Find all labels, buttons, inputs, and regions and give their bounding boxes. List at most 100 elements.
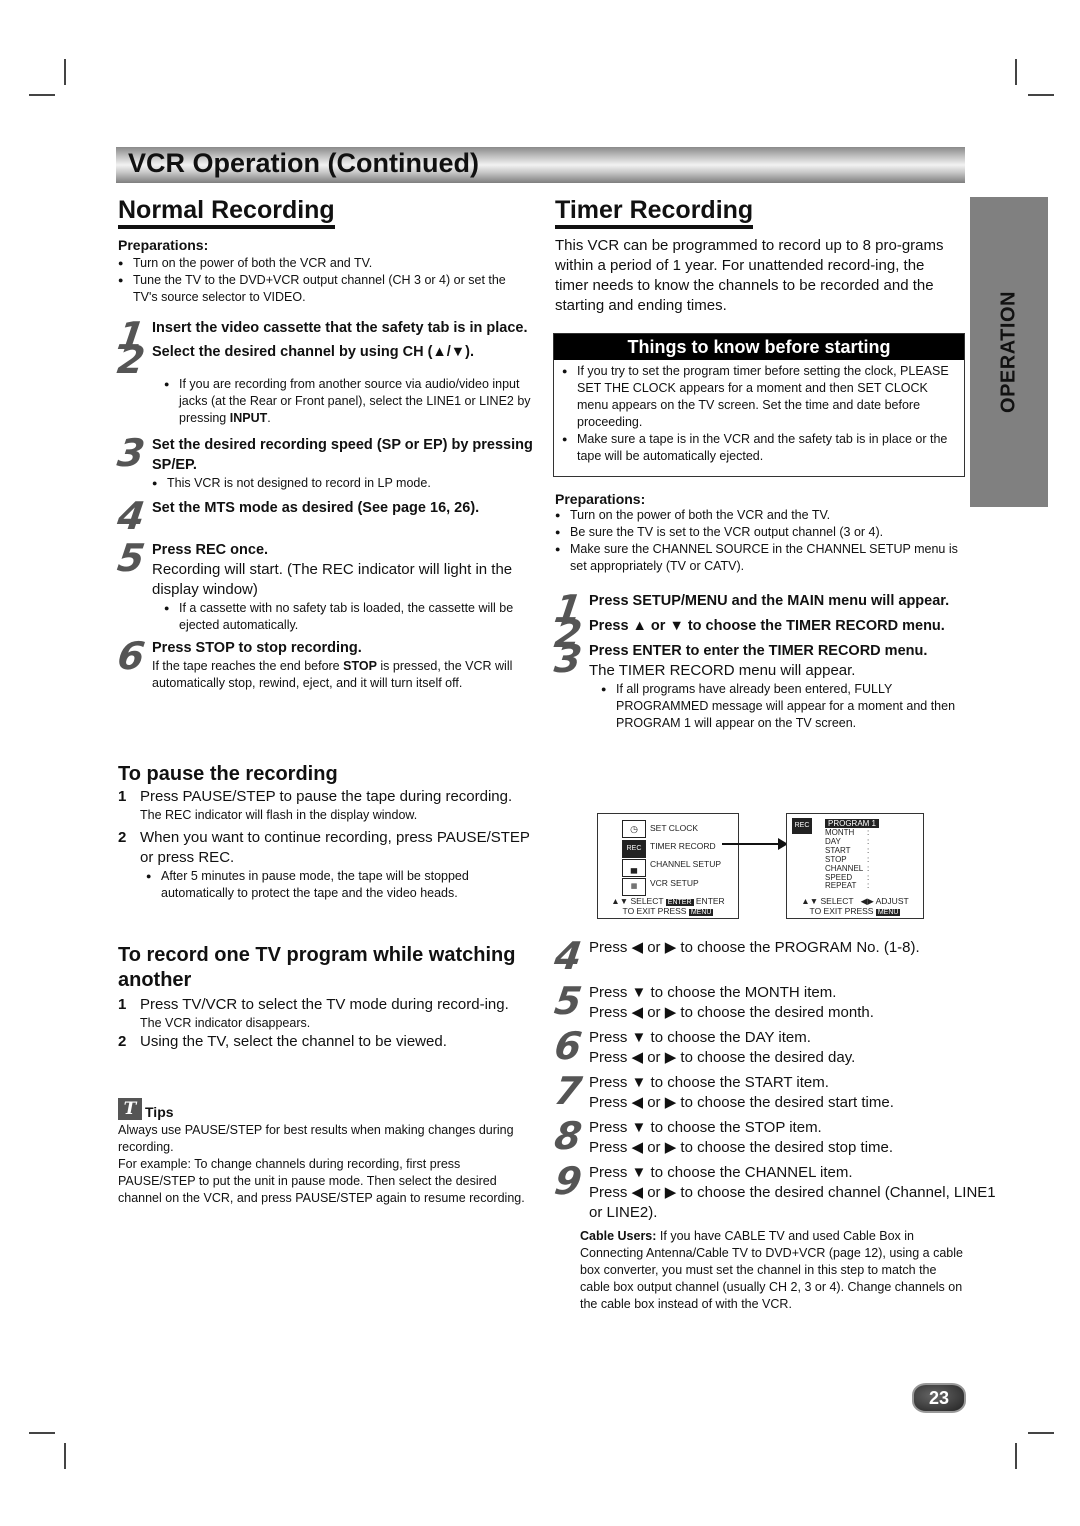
- step-line: Press ◀ or ▶ to choose the desired start…: [589, 1094, 894, 1111]
- watch-item: 2 Using the TV, select the channel to be…: [118, 1033, 447, 1050]
- preparation-item: Be sure the TV is set to the VCR output …: [555, 524, 965, 541]
- timer-step-9: 9 Press ▼ to choose the CHANNEL item. Pres…: [551, 1159, 999, 1223]
- step-body: If the tape reaches the end before STOP …: [152, 659, 513, 690]
- preparations-heading: Preparations:: [118, 237, 209, 253]
- watch-item: 1 Press TV/VCR to select the TV mode dur…: [118, 996, 509, 1030]
- crop-mark: [1015, 59, 1017, 85]
- step-title: Set the MTS mode as desired (See page 16…: [152, 500, 480, 516]
- step-body: Recording will start. (The REC indicator…: [152, 561, 513, 598]
- step-line: Press ◀ or ▶ to choose the desired stop …: [589, 1139, 894, 1156]
- tips-section: T Tips Always use PAUSE/STEP for best re…: [118, 1098, 533, 1207]
- step-title: Insert the video cassette that the safet…: [152, 320, 528, 336]
- clock-icon: ◷: [622, 820, 646, 838]
- step-number: 6: [114, 634, 148, 678]
- menu-footer: ▲▼ SELECT ENTER ENTER: [611, 896, 725, 906]
- timer-step-7: 7 Press ▼ to choose the START item. Press …: [551, 1069, 999, 1113]
- timer-step-3: 3 Press ENTER to enter the TIMER RECORD …: [551, 637, 965, 732]
- timer-step-8: 8 Press ▼ to choose the STOP item. Press ◀…: [551, 1114, 999, 1158]
- timer-recording-section: Timer Recording This VCR can be programm…: [555, 195, 965, 316]
- step-line: Press ▼ to choose the MONTH item.: [589, 984, 837, 1001]
- step-note: If a cassette with no safety tab is load…: [164, 600, 533, 634]
- step-title: Select the desired channel by using CH (…: [152, 344, 474, 360]
- pause-item: 1 Press PAUSE/STEP to pause the tape dur…: [118, 788, 513, 822]
- step-5: 5 Press REC once. Recording will start. …: [114, 536, 533, 634]
- step-title: Press REC once.: [152, 542, 269, 558]
- step-number: 3: [551, 637, 585, 681]
- menu-footer: TO EXIT PRESS MENU: [622, 906, 714, 916]
- page-title: VCR Operation (Continued): [128, 148, 479, 178]
- step-note: This VCR is not designed to record in LP…: [152, 475, 533, 492]
- step-number: 4: [114, 494, 148, 538]
- timer-record-menu-diagram: REC PROGRAM 1 MONTH: DAY: START: STOP: CHANN…: [786, 813, 924, 919]
- step-title: Set the desired recording speed (SP or E…: [152, 437, 533, 473]
- step-4: 4 Set the MTS mode as desired (See page …: [114, 494, 533, 538]
- tips-paragraph: For example: To change channels during r…: [118, 1157, 525, 1205]
- step-line: Press ▼ to choose the START item.: [589, 1074, 829, 1091]
- step-title: Press SETUP/MENU and the MAIN menu will …: [589, 593, 950, 609]
- step-line: Press ◀ or ▶ to choose the desired day.: [589, 1049, 856, 1066]
- side-tab-label: OPERATION: [997, 291, 1020, 413]
- watch-another-title: To record one TV program while watching …: [118, 944, 516, 991]
- program-header: PROGRAM 1: [825, 819, 880, 828]
- preparation-item: Make sure the CHANNEL SOURCE in the CHAN…: [555, 541, 965, 575]
- step-number: 7: [551, 1069, 585, 1113]
- step-number: 3: [114, 431, 148, 475]
- crop-mark: [1015, 1443, 1017, 1469]
- tips-title: Tips: [145, 1104, 174, 1120]
- step-title: Press ENTER to enter the TIMER RECORD me…: [589, 643, 928, 659]
- step-line: Press ◀ or ▶ to choose the desired chann…: [589, 1184, 996, 1221]
- step-note: If you are recording from another source…: [164, 376, 533, 427]
- tips-paragraph: Always use PAUSE/STEP for best results w…: [118, 1123, 514, 1154]
- things-item: Make sure a tape is in the VCR and the s…: [562, 431, 956, 465]
- step-line: Press ▼ to choose the DAY item.: [589, 1029, 811, 1046]
- crop-mark: [64, 1443, 66, 1469]
- step-6: 6 Press STOP to stop recording. If the t…: [114, 634, 533, 692]
- cable-users-note: Cable Users: If you have CABLE TV and us…: [580, 1229, 963, 1311]
- step-line: Press ◀ or ▶ to choose the PROGRAM No. (…: [589, 939, 920, 956]
- timer-preparations: Preparations: Turn on the power of both …: [551, 491, 965, 732]
- vcr-setup-icon: ▦: [622, 878, 646, 896]
- step-number: 8: [551, 1114, 585, 1158]
- menu-footer: TO EXIT PRESS MENU: [809, 906, 901, 916]
- pause-section: To pause the recording 1 Press PAUSE/STE…: [118, 762, 533, 902]
- page-number-badge: 23: [912, 1383, 966, 1413]
- normal-recording-title: Normal Recording: [118, 195, 335, 229]
- menu-item: SET CLOCK: [650, 823, 699, 833]
- things-item: If you try to set the program timer befo…: [562, 363, 956, 431]
- preparation-item: Turn on the power of both the VCR and th…: [555, 507, 965, 524]
- step-number: 2: [114, 338, 148, 382]
- menu-item: VCR SETUP: [650, 878, 699, 888]
- timer-recording-title: Timer Recording: [555, 195, 754, 229]
- step-number: 6: [551, 1024, 585, 1068]
- step-title: Press ▲ or ▼ to choose the TIMER RECORD …: [589, 618, 945, 634]
- rec-icon: REC: [622, 840, 646, 858]
- preparation-item: Turn on the power of both the VCR and TV…: [118, 255, 533, 272]
- crop-mark: [1028, 94, 1054, 96]
- timer-step-6: 6 Press ▼ to choose the DAY item. Press ◀ …: [551, 1024, 999, 1068]
- side-tab: OPERATION: [970, 197, 1048, 507]
- step-3: 3 Set the desired recording speed (SP or…: [114, 431, 533, 492]
- section-header-bar: VCR Operation (Continued): [116, 147, 965, 183]
- things-to-know-box: Things to know before starting If you tr…: [553, 333, 965, 477]
- timer-step-4: 4 Press ◀ or ▶ to choose the PROGRAM No. …: [552, 934, 999, 978]
- step-1: 1 Insert the video cassette that the saf…: [115, 314, 533, 358]
- step-line: Press ◀ or ▶ to choose the desired month…: [589, 1004, 874, 1021]
- crop-mark: [29, 1432, 55, 1434]
- timer-field: REPEAT:: [825, 881, 870, 891]
- normal-recording-section: Normal Recording Preparations: Turn on t…: [114, 195, 533, 692]
- antenna-icon: ▄: [622, 859, 646, 877]
- main-menu-diagram: ◷ REC ▄ ▦ SET CLOCK TIMER RECORD CHANNEL…: [597, 813, 739, 919]
- timer-step-5: 5 Press ▼ to choose the MONTH item. Press …: [552, 979, 999, 1023]
- things-to-know-title: Things to know before starting: [554, 334, 964, 360]
- step-number: 9: [551, 1159, 585, 1203]
- tips-icon: T: [118, 1098, 142, 1120]
- preparation-item: Tune the TV to the DVD+VCR output channe…: [118, 272, 533, 306]
- timer-intro: This VCR can be programmed to record up …: [555, 237, 944, 314]
- arrow-icon: [722, 843, 780, 845]
- menu-item: CHANNEL SETUP: [650, 859, 722, 869]
- pause-item: 2 When you want to continue recording, p…: [118, 828, 533, 902]
- watch-another-section: To record one TV program while watching …: [118, 943, 533, 1052]
- step-number: 5: [114, 536, 148, 580]
- crop-mark: [64, 59, 66, 85]
- rec-icon: REC: [792, 818, 812, 834]
